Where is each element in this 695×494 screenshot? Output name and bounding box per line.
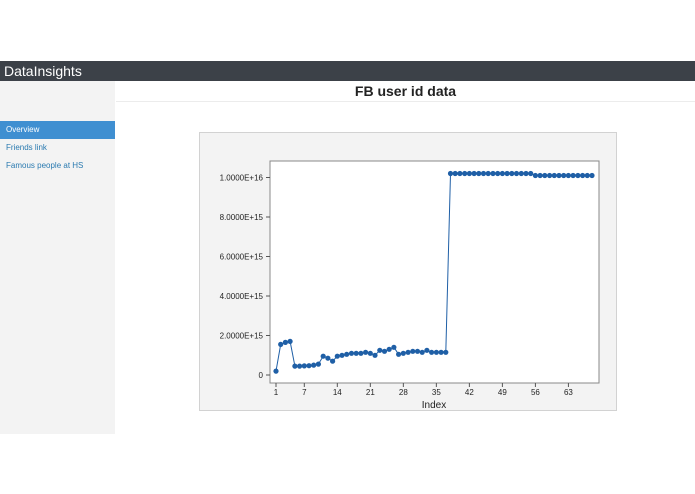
data-point [344, 351, 350, 357]
data-point [424, 347, 430, 353]
data-point [353, 350, 359, 356]
data-point [273, 368, 279, 374]
x-axis: 1 7 14 21 28 35 42 49 56 63 [274, 383, 573, 397]
data-point [334, 353, 340, 359]
data-point [358, 350, 364, 356]
data-point [367, 350, 373, 356]
data-point [391, 344, 397, 350]
data-point [528, 170, 534, 177]
line-chart: 0 2.0000E+15 4.0000E+15 6.0000E+15 8.0000E+1… [220, 160, 600, 411]
data-point [278, 341, 284, 347]
y-tick-label: 6.0000E+15 [220, 253, 264, 262]
data-point [306, 363, 312, 369]
data-point [386, 346, 392, 352]
data-point [589, 172, 595, 179]
data-point [429, 349, 435, 355]
sidebar-item-friends-link[interactable]: Friends link [0, 139, 115, 157]
data-point [523, 170, 529, 177]
data-point [311, 362, 317, 368]
data-point [410, 348, 416, 354]
data-point [330, 358, 336, 364]
data-point [584, 172, 590, 179]
x-tick-label: 1 [274, 388, 279, 397]
x-tick-label: 35 [432, 388, 441, 397]
data-point [480, 170, 487, 177]
sidebar-item-famous-people[interactable]: Famous people at HS [0, 157, 115, 175]
data-point [513, 170, 520, 177]
data-point [556, 172, 562, 179]
data-point [532, 172, 538, 179]
y-tick-label: 8.0000E+15 [220, 213, 264, 222]
x-tick-label: 42 [465, 388, 474, 397]
y-tick-label: 4.0000E+15 [220, 292, 264, 301]
data-point [433, 349, 439, 355]
data-point [287, 338, 293, 344]
data-point [372, 352, 378, 358]
data-point [547, 172, 553, 179]
data-point [471, 170, 477, 177]
data-point [495, 170, 501, 177]
data-point [447, 170, 454, 177]
data-point [452, 170, 458, 177]
data-point [419, 349, 425, 355]
data-point [561, 172, 567, 179]
data-point [476, 170, 482, 177]
x-tick-label: 7 [302, 388, 307, 397]
x-tick-label: 21 [366, 388, 375, 397]
data-point [537, 172, 543, 179]
x-tick-label: 28 [399, 388, 408, 397]
sidebar: Overview Friends link Famous people at H… [0, 81, 115, 434]
data-point [504, 170, 510, 177]
data-point [363, 349, 369, 355]
sidebar-item-overview[interactable]: Overview [0, 121, 115, 139]
data-point [348, 350, 355, 356]
data-point [443, 349, 449, 355]
data-point [396, 351, 402, 357]
data-point [466, 170, 472, 177]
chart-panel: 0 2.0000E+15 4.0000E+15 6.0000E+15 8.0000E+1… [199, 132, 617, 411]
data-point [339, 352, 345, 358]
x-tick-label: 14 [333, 388, 342, 397]
data-point [457, 170, 463, 177]
x-tick-label: 63 [564, 388, 573, 397]
data-point [570, 172, 576, 179]
y-tick-label: 0 [259, 371, 264, 380]
data-point [301, 363, 307, 369]
y-tick-label: 1.0000E+16 [220, 174, 264, 183]
x-axis-label: Index [422, 400, 446, 410]
data-point [580, 172, 586, 179]
x-tick-label: 49 [498, 388, 507, 397]
x-tick-label: 56 [531, 388, 540, 397]
data-point [414, 348, 421, 354]
data-point [542, 172, 548, 179]
data-point [575, 172, 581, 179]
brand-title[interactable]: DataInsights [4, 62, 82, 80]
data-point [400, 350, 406, 356]
data-point [282, 339, 288, 345]
data-point [438, 349, 444, 355]
data-point [381, 348, 388, 354]
data-point [320, 353, 326, 359]
top-navbar: DataInsights [0, 61, 695, 81]
data-point [490, 170, 496, 177]
data-point [565, 172, 571, 179]
y-axis: 0 2.0000E+15 4.0000E+15 6.0000E+15 8.0000E+1… [220, 174, 270, 380]
y-tick-label: 2.0000E+15 [220, 332, 264, 341]
data-point [325, 355, 331, 361]
data-point [485, 170, 491, 177]
page-title: FB user id data [116, 81, 695, 102]
data-point [462, 170, 468, 177]
data-point [499, 170, 505, 177]
data-point [315, 361, 321, 367]
data-point [292, 363, 298, 369]
data-point [551, 172, 557, 179]
data-point [405, 349, 411, 355]
data-point [297, 363, 303, 369]
data-point [509, 170, 515, 177]
plot-area [269, 160, 600, 384]
data-point [377, 347, 383, 353]
data-point [518, 170, 524, 177]
